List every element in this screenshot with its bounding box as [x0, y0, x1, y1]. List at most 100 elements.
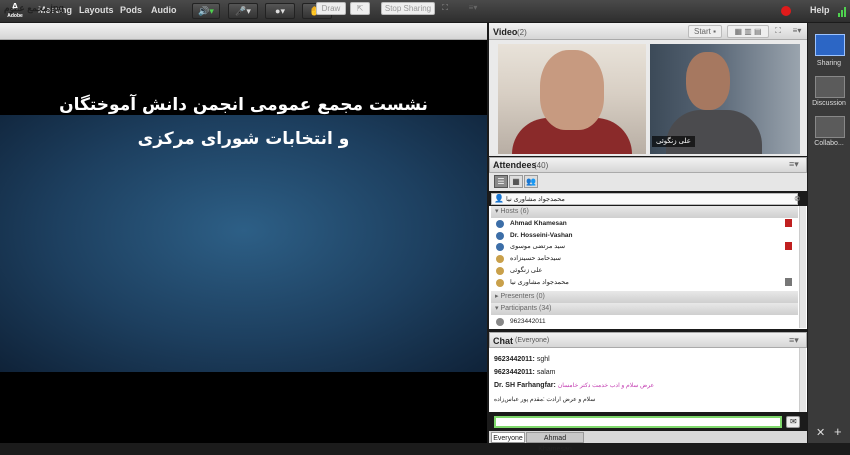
video-fullscreen-button[interactable]: ⛶	[772, 25, 784, 38]
menu-audio[interactable]: Audio	[151, 5, 177, 15]
pod-options-menu[interactable]: ≡▾	[465, 2, 481, 15]
host-avatar-icon	[496, 267, 504, 275]
chat-scrollbar[interactable]	[799, 348, 806, 412]
attendees-count: (40)	[534, 161, 549, 170]
chat-message: Dr. SH Farhangfar: عرض سلام و ادب خدمت د…	[494, 382, 654, 389]
host-name: Ahmad Khamesan	[510, 220, 567, 227]
host-avatar-icon	[496, 243, 504, 251]
hosts-group-header[interactable]: ▾ Hosts (6)	[491, 206, 798, 218]
host-avatar-icon	[496, 220, 504, 228]
chat-scope: (Everyone)	[515, 337, 550, 344]
send-message-button[interactable]: ✉	[786, 416, 800, 428]
menu-layouts[interactable]: Layouts	[79, 5, 114, 15]
chat-sender: 9623442011:	[494, 369, 535, 376]
microphone-button[interactable]: 🎤▾	[228, 3, 258, 19]
attendee-scrollbar[interactable]	[799, 206, 806, 328]
attendees-title: Attendees	[493, 160, 537, 170]
chat-tab-ahmad-khamesan[interactable]: Ahmad Khamesan	[526, 432, 584, 453]
draw-button[interactable]: Draw	[316, 2, 346, 15]
presenters-group-header[interactable]: ▸ Presenters (0)	[491, 291, 798, 303]
camera-icon: ●▾	[275, 6, 285, 16]
slide-title-line-1: نشست مجمع عمومی انجمن دانش آموختگان	[59, 95, 428, 115]
record-indicator[interactable]	[781, 6, 791, 16]
chat-text: sghl	[536, 356, 550, 363]
chat-message: 9623442011: sghl	[494, 356, 550, 363]
host-name: علی زنگوئی	[510, 267, 543, 274]
participant-name: 9623442011	[510, 318, 546, 325]
status-flag-icon	[785, 242, 792, 250]
layout-discussion-thumb[interactable]	[815, 76, 845, 98]
pointer-button[interactable]: ⇱	[350, 2, 370, 15]
host-row[interactable]: Dr. Hosseini-Vashan	[493, 230, 798, 241]
chat-text: salam	[536, 369, 556, 376]
participants-group-header[interactable]: ▾ Participants (34)	[491, 303, 798, 315]
host-row[interactable]: محمدجواد مشاوری نیا	[493, 277, 798, 288]
fullscreen-button[interactable]: ⛶	[439, 2, 451, 15]
host-row[interactable]: علی زنگوئی	[493, 265, 798, 276]
fullscreen-icon: ⛶	[442, 3, 448, 12]
layout-discussion-label[interactable]: Discussion	[808, 100, 850, 107]
speech-bubble-icon: ✉	[790, 417, 797, 426]
list-icon: ☰	[497, 177, 505, 186]
camera-small-icon: ▪	[713, 27, 716, 36]
people-icon: 👥	[526, 177, 536, 186]
microphone-icon: 🎤▾	[235, 6, 251, 16]
chat-message: سلام و عرض ارادت :مقدم پور عباس‌زاده	[494, 396, 595, 403]
host-name: محمدجواد مشاوری نیا	[510, 279, 569, 286]
menu-lines-icon: ≡▾	[792, 26, 802, 35]
user-icon: 👤	[494, 194, 504, 203]
chat-message: 9623442011: salam	[494, 369, 556, 376]
layout-collaboration-thumb[interactable]	[815, 116, 845, 138]
host-name: سید مرتضی موسوی	[510, 243, 566, 250]
attendees-options-menu[interactable]: ≡▾	[789, 159, 799, 170]
raised-hand-icon	[785, 278, 792, 286]
clear-search-icon[interactable]: ⊗	[794, 194, 801, 203]
chat-title: Chat	[493, 336, 513, 346]
presenters-group-label: Presenters (0)	[500, 293, 545, 300]
host-avatar-icon	[496, 232, 504, 240]
host-row[interactable]: سید مرتضی موسوی	[493, 241, 798, 252]
menu-pods[interactable]: Pods	[120, 5, 142, 15]
attendee-search-value: محمدجواد مشاوری نیا	[506, 196, 565, 203]
list-view-button[interactable]: ☰	[494, 175, 508, 188]
hosts-group-label: Hosts (6)	[500, 208, 529, 215]
video-options-menu[interactable]: ≡▾	[789, 25, 805, 38]
slide-title: نشست مجمع عمومی انجمن دانش آموختگان و ان…	[20, 88, 467, 156]
role-view-button[interactable]: 👥	[524, 175, 538, 188]
chat-message-input[interactable]	[494, 416, 782, 428]
participant-avatar-icon	[496, 318, 504, 326]
grid-icon: ▦ ▥ ▤	[734, 27, 762, 36]
status-flag-icon	[785, 219, 792, 227]
start-camera-button[interactable]: Start ▪	[688, 25, 722, 38]
video-person-2	[686, 52, 730, 110]
fullscreen-icon: ⛶	[775, 26, 781, 35]
layout-sharing-label[interactable]: Sharing	[808, 60, 850, 67]
host-row[interactable]: Ahmad Khamesan	[493, 218, 798, 229]
video-feed-2-name: علی زنگوئی	[652, 136, 695, 147]
host-row[interactable]: سیدحامد حسینزاده	[493, 253, 798, 264]
status-view-button[interactable]: ▦	[509, 175, 523, 188]
chat-sender: Dr. SH Farhangfar:	[494, 382, 556, 389]
start-label: Start	[694, 27, 711, 36]
participant-row[interactable]: 9623442011	[493, 316, 798, 327]
host-name: سیدحامد حسینزاده	[510, 255, 561, 262]
host-avatar-icon	[496, 279, 504, 287]
layout-collaboration-label[interactable]: Collabo...	[808, 140, 850, 147]
status-grid-icon: ▦	[512, 177, 520, 186]
layout-sharing-thumb[interactable]	[815, 34, 845, 56]
stop-sharing-button[interactable]: Stop Sharing	[381, 2, 435, 15]
video-layout-buttons[interactable]: ▦ ▥ ▤	[727, 25, 769, 38]
camera-button[interactable]: ●▾	[265, 3, 295, 19]
chat-tab-everyone[interactable]: Everyone	[491, 432, 525, 443]
chat-options-menu[interactable]: ≡▾	[789, 335, 799, 346]
speaker-button[interactable]: 🔊▾	[192, 3, 220, 19]
tools-icon[interactable]: ✕	[816, 426, 825, 439]
participants-group-label: Participants (34)	[500, 305, 552, 312]
help-menu[interactable]: Help	[810, 5, 830, 15]
share-pod-header	[0, 23, 487, 40]
speaker-icon: 🔊▾	[198, 6, 214, 16]
add-layout-icon[interactable]: +	[834, 424, 842, 439]
video-pod-title: Video	[493, 27, 518, 37]
host-name: Dr. Hosseini-Vashan	[510, 232, 573, 239]
slide-title-line-2: و انتخابات شورای مرکزی	[137, 129, 350, 149]
